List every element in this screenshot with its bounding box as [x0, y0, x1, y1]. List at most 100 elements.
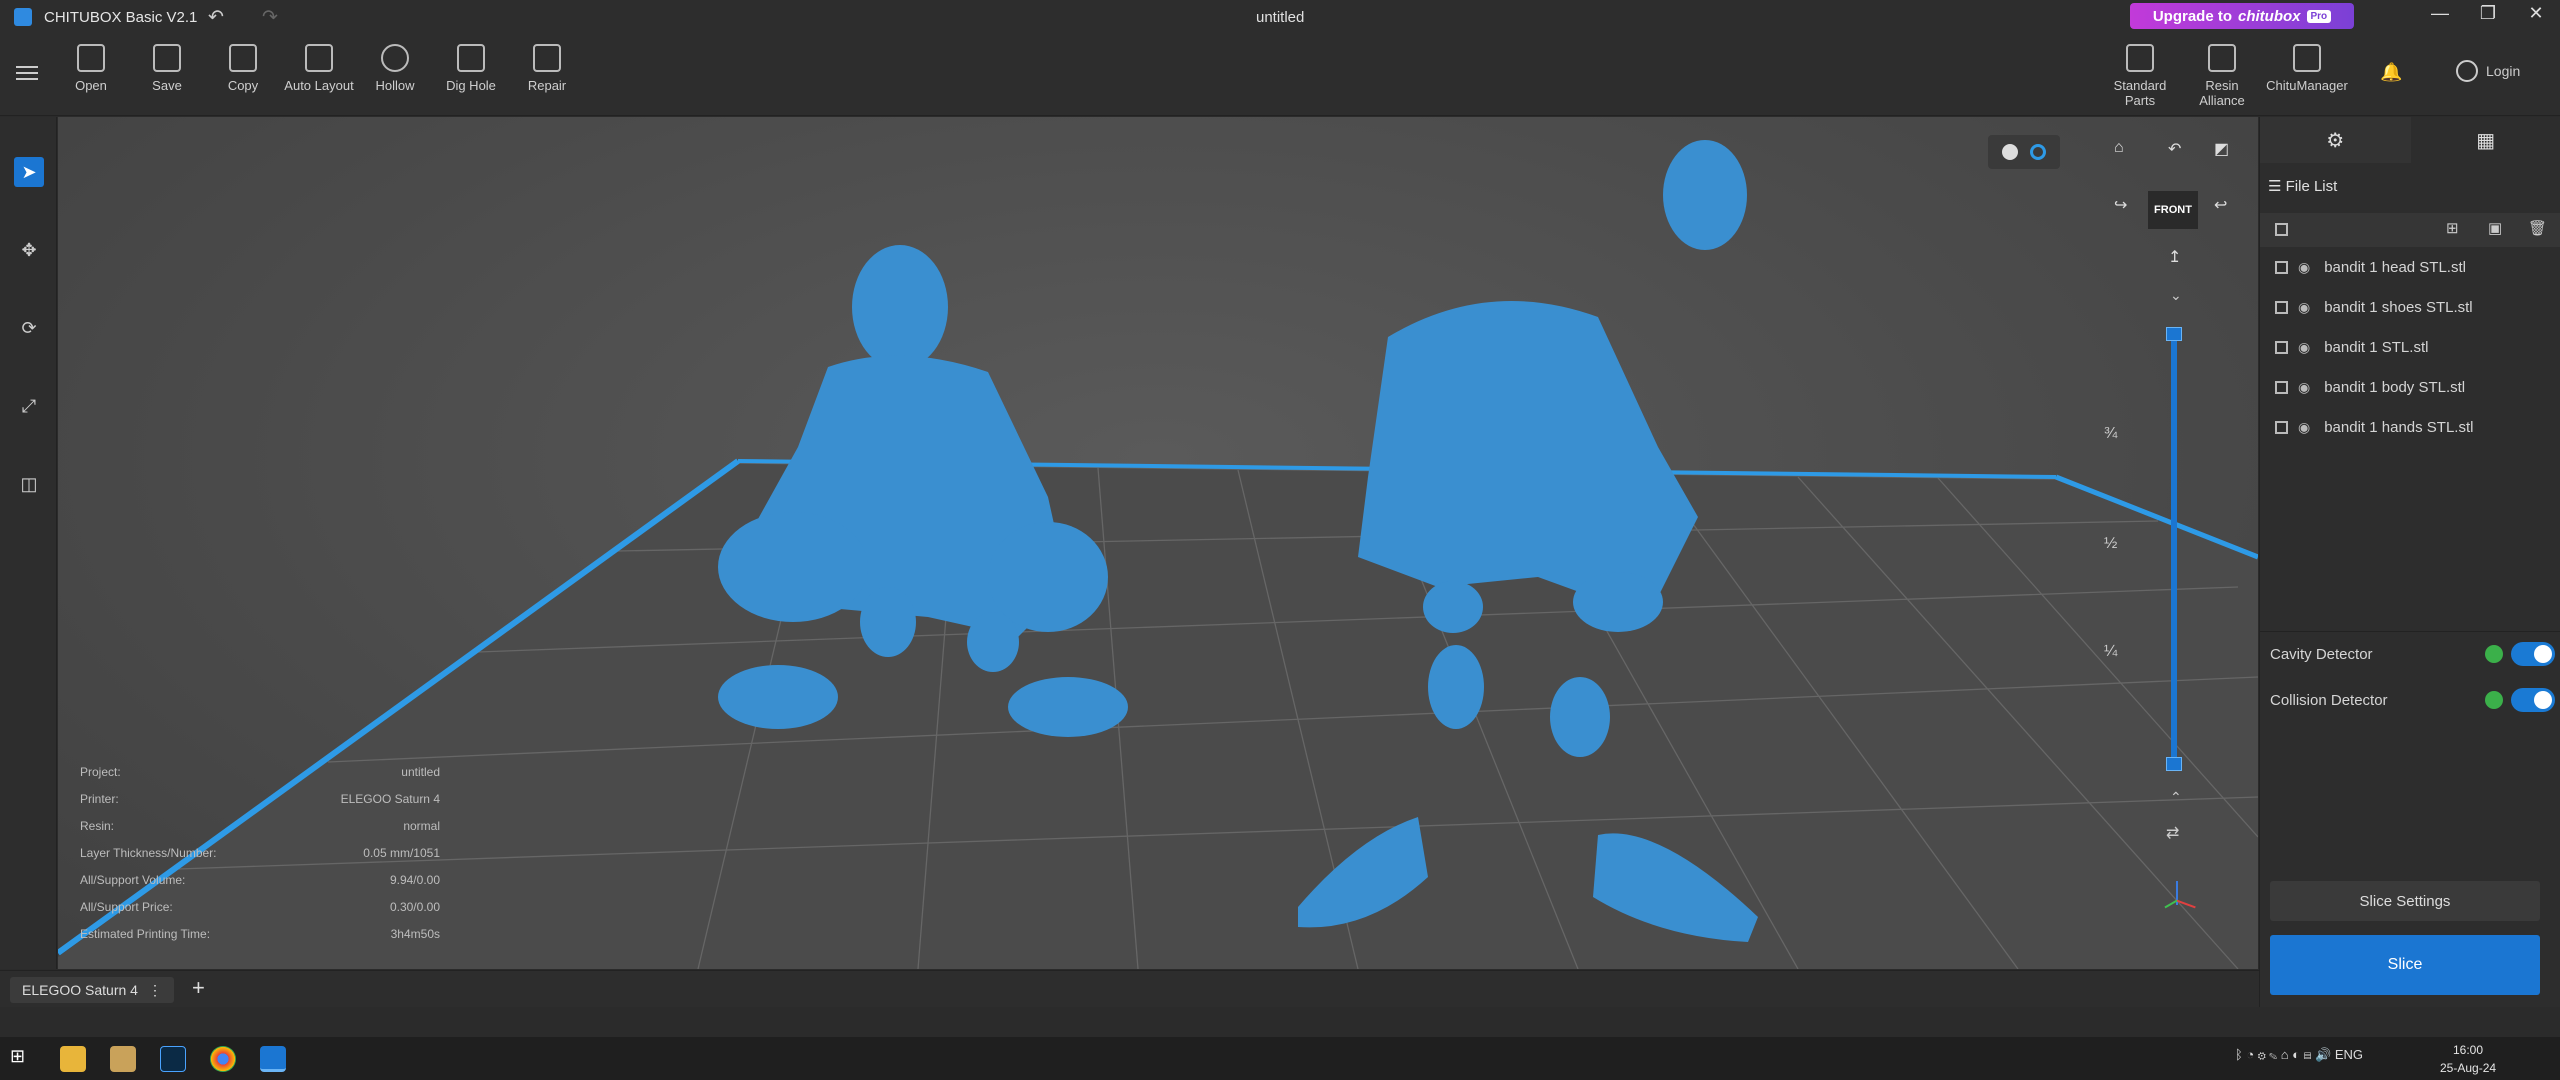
bandit-body-part[interactable] — [1358, 301, 1698, 617]
hamburger-menu-icon[interactable] — [16, 62, 38, 82]
resin-alliance-button[interactable]: Resin Alliance — [2182, 44, 2262, 108]
rotate-left-icon[interactable]: ↶ — [2168, 139, 2181, 159]
upgrade-button[interactable]: Upgrade to chitubox Pro — [2130, 3, 2354, 29]
close-button[interactable]: ✕ — [2516, 3, 2556, 24]
layer-slider-top-handle[interactable] — [2166, 327, 2182, 341]
more-options-icon[interactable]: ⋮ — [148, 982, 162, 999]
file-checkbox[interactable] — [2275, 300, 2288, 314]
slice-button[interactable]: Slice — [2270, 935, 2540, 995]
dig-hole-label: Dig Hole — [446, 78, 496, 93]
3d-viewport[interactable]: Project: untitled Printer: ELEGOO Saturn 4… — [58, 117, 2258, 969]
auto-layout-button[interactable]: Auto Layout — [284, 44, 354, 93]
xray-mode-icon[interactable] — [2030, 144, 2046, 160]
language-indicator[interactable]: ENG — [2335, 1047, 2363, 1062]
slice-settings-button[interactable]: Slice Settings — [2270, 881, 2540, 921]
dig-hole-button[interactable]: Dig Hole — [436, 44, 506, 93]
hollow-button[interactable]: Hollow — [360, 44, 430, 93]
select-tool-icon[interactable]: ➤ — [14, 157, 44, 187]
file-checkbox[interactable] — [2275, 260, 2288, 274]
info-row-time: Estimated Printing Time: 3h4m50s — [80, 927, 440, 954]
save-button[interactable]: Save — [132, 44, 202, 93]
undo-icon[interactable]: ↶ — [208, 6, 224, 29]
system-tray: ᛒ ◔ ⚙ ✎ ⌂ ◐ ▤ 🔊 ENG — [2235, 1047, 2363, 1063]
tray-icons[interactable]: ᛒ ◔ ⚙ ✎ ⌂ ◐ ▤ 🔊 — [2235, 1047, 2335, 1062]
chitumanager-button[interactable]: ChituManager — [2264, 44, 2350, 93]
standard-parts-button[interactable]: Standard Parts — [2100, 44, 2180, 108]
file-list-item[interactable]: ◉ bandit 1 shoes STL.stl — [2260, 287, 2560, 327]
file-checkbox[interactable] — [2275, 420, 2288, 434]
chevron-down-icon[interactable]: ⌄ — [2170, 287, 2182, 304]
redo-icon[interactable]: ↷ — [262, 6, 278, 29]
add-file-icon[interactable]: ⊞ — [2446, 219, 2459, 237]
cavity-detector-toggle[interactable] — [2511, 642, 2555, 666]
standard-parts-label: Standard Parts — [2113, 78, 2167, 108]
copy-label: Copy — [227, 78, 259, 93]
layer-slider-bottom-handle[interactable] — [2166, 757, 2182, 771]
minimize-button[interactable]: — — [2420, 3, 2460, 24]
info-value: 3h4m50s — [390, 927, 440, 941]
maximize-button[interactable]: ❐ — [2468, 3, 2508, 24]
rotate-right-icon[interactable]: ↩ — [2214, 195, 2227, 215]
tab-file-list[interactable]: ⚙ — [2260, 117, 2411, 163]
notification-bell-icon[interactable]: 🔔 — [2380, 62, 2402, 83]
render-mode-toggle[interactable] — [1988, 135, 2060, 169]
add-printer-tab-button[interactable]: + — [192, 975, 205, 1001]
tab-printer[interactable]: ▦ — [2411, 117, 2560, 163]
file-list-item[interactable]: ◉ bandit 1 head STL.stl — [2260, 247, 2560, 287]
file-list-item[interactable]: ◉ bandit 1 body STL.stl — [2260, 367, 2560, 407]
layer-slider-track[interactable] — [2171, 335, 2177, 771]
iso-view-icon[interactable]: ◩ — [2214, 139, 2229, 159]
open-button[interactable]: Open — [56, 44, 126, 93]
eye-icon[interactable]: ◉ — [2298, 419, 2310, 436]
file-list-item[interactable]: ◉ bandit 1 STL.stl — [2260, 327, 2560, 367]
move-tool-icon[interactable]: ✥ — [14, 235, 44, 265]
rotate-tool-icon[interactable]: ⟳ — [14, 313, 44, 343]
home-view-icon[interactable]: ⌂ — [2114, 139, 2124, 157]
axis-gizmo-icon — [2158, 875, 2198, 915]
rotate-up-icon[interactable]: ↥ — [2168, 247, 2181, 267]
bandit-hand-left[interactable] — [1428, 645, 1484, 729]
group-icon[interactable]: ▣ — [2488, 219, 2502, 237]
photoshop-icon[interactable] — [160, 1046, 186, 1072]
bandit-hand-right[interactable] — [1550, 677, 1610, 757]
clock[interactable]: 16:00 25-Aug-24 — [2440, 1041, 2496, 1077]
eye-icon[interactable]: ◉ — [2298, 379, 2310, 396]
slider-settings-icon[interactable]: ⇄ — [2166, 823, 2179, 843]
save-icon — [153, 44, 181, 72]
info-row-layer: Layer Thickness/Number: 0.05 mm/1051 — [80, 846, 440, 873]
copy-button[interactable]: Copy — [208, 44, 278, 93]
file-name: bandit 1 hands STL.stl — [2324, 418, 2474, 436]
windows-start-icon[interactable]: ⊞ — [10, 1046, 36, 1072]
chitubox-taskbar-icon[interactable] — [260, 1046, 286, 1072]
bandit-head-part[interactable] — [1663, 140, 1747, 250]
info-label: Layer Thickness/Number: — [80, 846, 217, 860]
solid-mode-icon[interactable] — [2002, 144, 2018, 160]
chevron-up-icon[interactable]: ⌃ — [2170, 789, 2182, 806]
collision-detector-toggle[interactable] — [2511, 688, 2555, 712]
login-button[interactable]: Login — [2456, 60, 2520, 82]
standard-parts-icon — [2126, 44, 2154, 72]
file-explorer-icon[interactable] — [60, 1046, 86, 1072]
select-all-checkbox[interactable] — [2275, 223, 2288, 236]
file-checkbox[interactable] — [2275, 380, 2288, 394]
file-list-item[interactable]: ◉ bandit 1 hands STL.stl — [2260, 407, 2560, 447]
eye-icon[interactable]: ◉ — [2298, 259, 2310, 276]
pro-badge: Pro — [2306, 9, 2332, 23]
scale-tool-icon[interactable]: ⤢ — [14, 391, 44, 421]
info-label: Printer: — [80, 792, 119, 806]
repair-button[interactable]: Repair — [512, 44, 582, 93]
mirror-tool-icon[interactable]: ◫ — [14, 469, 44, 499]
file-checkbox[interactable] — [2275, 340, 2288, 354]
rotate-down-icon[interactable]: ↪ — [2114, 195, 2127, 215]
slider-mark-1-2: ½ — [2104, 535, 2118, 552]
eye-icon[interactable]: ◉ — [2298, 339, 2310, 356]
auto-layout-label: Auto Layout — [284, 78, 354, 93]
front-view-cube[interactable]: FRONT — [2148, 191, 2198, 229]
printer-tab[interactable]: ELEGOO Saturn 4 ⋮ — [10, 977, 174, 1003]
eye-icon[interactable]: ◉ — [2298, 299, 2310, 316]
chitubox-logo-icon — [14, 8, 32, 26]
chrome-icon[interactable] — [210, 1046, 236, 1072]
delete-icon[interactable]: 🗑 — [2528, 219, 2547, 237]
file-settings-icon: ⚙ — [2326, 129, 2345, 152]
media-app-icon[interactable] — [110, 1046, 136, 1072]
